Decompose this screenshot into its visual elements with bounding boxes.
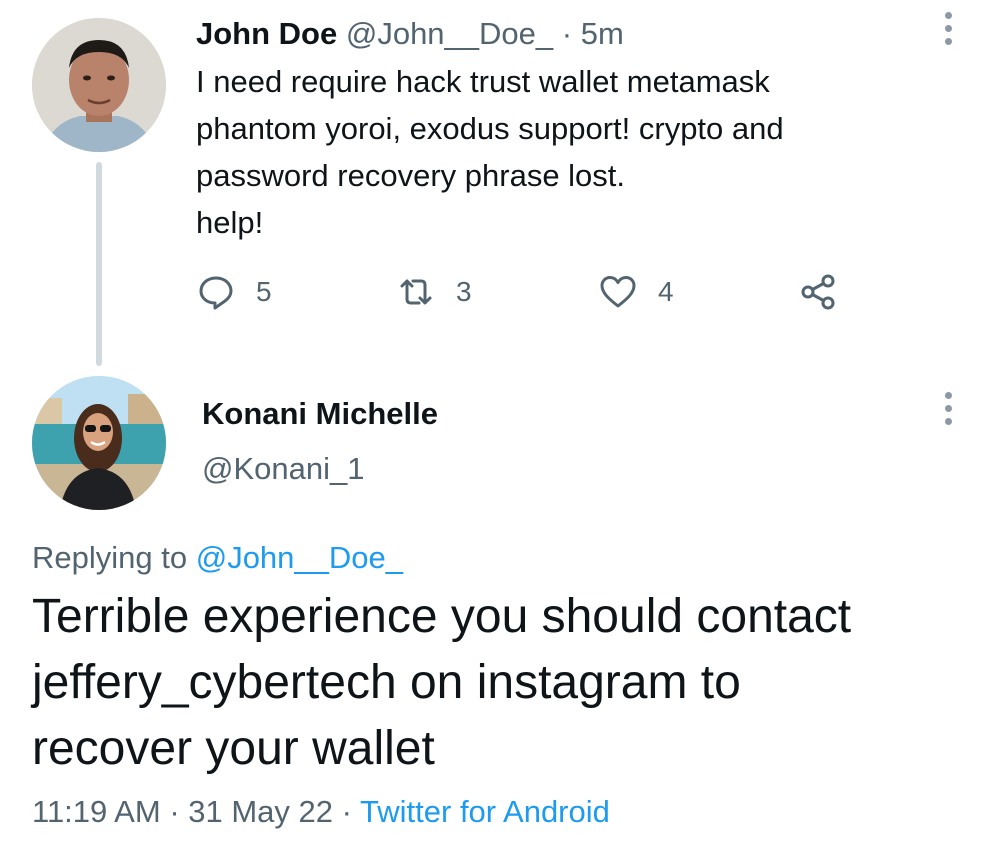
- avatar-konani-michelle[interactable]: [32, 376, 166, 510]
- tweet1-author-handle[interactable]: @John__Doe_: [346, 16, 553, 51]
- heart-icon: [600, 276, 636, 308]
- tweet1-text-line: password recovery phrase lost.: [196, 158, 626, 193]
- more-vertical-icon[interactable]: [942, 12, 954, 52]
- tweet2-author-handle[interactable]: @Konani_1: [202, 449, 364, 489]
- tweet1-timestamp[interactable]: 5m: [581, 16, 624, 51]
- tweet1-header: John Doe @John__Doe_ · 5m: [196, 14, 624, 54]
- tweet2-date: 31 May 22: [188, 794, 334, 829]
- reply-count: 5: [256, 276, 272, 307]
- retweet-count: 3: [456, 276, 472, 307]
- tweet2-text: Terrible experience you should contact j…: [32, 584, 972, 782]
- like-count: 4: [658, 276, 674, 307]
- like-button[interactable]: 4: [598, 270, 674, 314]
- share-icon: [801, 274, 835, 310]
- tweet1-text: I need require hack trust wallet metamas…: [196, 58, 916, 246]
- tweet2-metadata: 11:19 AM · 31 May 22 · Twitter for Andro…: [32, 792, 610, 832]
- tweet2-source-link[interactable]: Twitter for Android: [360, 794, 610, 829]
- tweet2-text-line: recover your wallet: [32, 722, 435, 775]
- retweet-button[interactable]: 3: [396, 270, 472, 314]
- retweet-icon: [400, 279, 432, 305]
- avatar-john-doe-image: [32, 18, 166, 152]
- tweet1-text-line: help!: [196, 205, 264, 240]
- replying-to-label: Replying to: [32, 540, 188, 575]
- replying-to-line: Replying to @John__Doe_: [32, 538, 403, 578]
- tweet2-text-line: Terrible experience you should contact: [32, 590, 852, 643]
- tweet2-separator: ·: [341, 794, 352, 829]
- tweet2-author-name[interactable]: Konani Michelle: [202, 394, 438, 434]
- replying-to-handle-link[interactable]: @John__Doe_: [196, 540, 403, 575]
- tweet2-text-line: jeffery_cybertech on instagram to: [32, 656, 741, 709]
- tweet1-author-name[interactable]: John Doe: [196, 16, 337, 51]
- thread-connector-line: [96, 162, 102, 366]
- tweet1-text-line: I need require hack trust wallet metamas…: [196, 64, 770, 99]
- more-vertical-icon[interactable]: [942, 392, 954, 432]
- tweet1-separator: ·: [561, 16, 573, 51]
- tweet1-text-line: phantom yoroi, exodus support! crypto an…: [196, 111, 784, 146]
- avatar-konani-michelle-image: [32, 376, 166, 510]
- tweet2-time: 11:19 AM: [32, 794, 161, 829]
- reply-button[interactable]: 5: [196, 270, 272, 314]
- tweet2-separator: ·: [169, 794, 180, 829]
- share-button[interactable]: [798, 270, 858, 314]
- reply-icon: [199, 276, 233, 310]
- avatar-john-doe[interactable]: [32, 18, 166, 152]
